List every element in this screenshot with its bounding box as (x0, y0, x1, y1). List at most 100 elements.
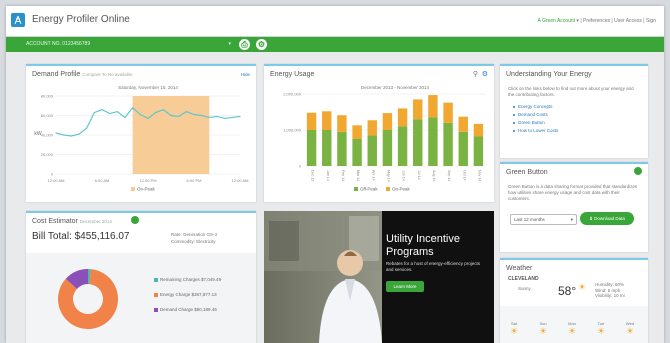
green-button-title: Green Button (506, 169, 548, 176)
promo-text: Rebates for a host of energy-efficiency … (386, 261, 480, 272)
demand-point (116, 111, 118, 113)
x-tick-label: Dec 13 (311, 170, 315, 181)
understanding-panel: Understanding Your Energy Click on the l… (500, 64, 648, 158)
understanding-title: Understanding Your Energy (506, 71, 592, 78)
forecast-day: Mon ☀ (560, 321, 584, 337)
app-window: Energy Profiler Online A Green Account ▾… (6, 6, 664, 343)
y-axis-label: kW (34, 131, 42, 137)
weather-panel: Weather CLEVELAND Sunny 58° ☀ Humidity: … (500, 258, 648, 343)
bar-offpeak (428, 117, 438, 166)
date-range-select[interactable]: Last 12 months ▾ (510, 214, 577, 225)
x-tick-label: Jun 14 (402, 170, 406, 181)
green-button-logo-icon (634, 167, 642, 175)
bar-offpeak (382, 130, 393, 166)
promo-title-line2: Programs (386, 246, 434, 258)
bar-onpeak (397, 108, 408, 127)
weather-humidity: Humidity: 60% (595, 282, 625, 287)
demand-point (239, 115, 241, 118)
demand-point (216, 115, 218, 118)
account-selector-value: ACCOUNT NO. 0123456789 (26, 41, 91, 47)
sun-icon: ☀ (596, 326, 606, 336)
sun-icon: ☀ (625, 326, 635, 336)
link-energy-concepts[interactable]: Energy Concepts (513, 104, 553, 109)
demand-point (208, 116, 210, 119)
bar-offpeak (413, 119, 423, 166)
sun-icon: ☀ (538, 326, 548, 336)
sun-icon: ☀ (567, 326, 577, 336)
forecast-day: Sun ☀ (531, 321, 555, 337)
x-tick-label: Jul 14 (417, 170, 421, 180)
account-caret-icon[interactable]: ▾ (576, 18, 579, 24)
legend-onpeak-swatch (131, 187, 135, 191)
forecast-day: Wed ☀ (618, 321, 642, 337)
demand-point (170, 114, 172, 117)
legend-swatch (154, 277, 158, 282)
account-selector[interactable]: ACCOUNT NO. 0123456789 ▾ (26, 41, 231, 47)
user-access-link[interactable]: User Access (614, 18, 642, 24)
account-bar: ACCOUNT NO. 0123456789 ▾ ⎙ ⚙ (6, 37, 664, 52)
preferences-link[interactable]: Preferences (583, 18, 610, 24)
demand-point (224, 117, 226, 120)
forecast-strip: Sat ☀ Sun ☀ Mon ☀ Tue ☀ Wed ☀ (500, 306, 648, 343)
demand-point (139, 113, 141, 116)
bar-onpeak (352, 125, 362, 139)
x-tick-label: May 14 (386, 170, 390, 182)
legend-demand-charge: Demand Charge $60,189.45 (154, 307, 217, 312)
legend-swatch (154, 292, 158, 297)
link-lower-costs[interactable]: How to Lower Costs (512, 128, 558, 133)
bar-offpeak (458, 131, 468, 166)
cost-donut-chart (58, 269, 118, 329)
energy-usage-panel: Energy Usage ⚲ ⚙ December 2013 - Novembe… (264, 64, 494, 202)
x-tick-label: Nov 14 (477, 170, 481, 181)
demand-point (178, 115, 180, 118)
app-logo-icon (11, 13, 25, 27)
y-tick-label: 1,000,000 (283, 128, 302, 133)
demand-point (155, 111, 157, 114)
chevron-down-icon: ▾ (228, 41, 231, 47)
link-green-button[interactable]: Green Button (513, 120, 545, 125)
weather-condition: Sunny (518, 286, 531, 291)
demand-point (231, 116, 233, 119)
y-tick-label: 80,000 (41, 94, 54, 99)
demand-point (109, 112, 111, 115)
bar-onpeak (428, 95, 438, 118)
legend-offpeak-label: Off-Peak (360, 187, 378, 192)
learn-more-button[interactable]: Learn More (386, 281, 424, 292)
demand-point (70, 135, 72, 137)
bar-offpeak (443, 122, 453, 166)
chevron-down-icon: ▾ (570, 217, 573, 222)
demand-point (124, 116, 126, 119)
link-demand-costs[interactable]: Demand Costs (513, 112, 548, 117)
bar-offpeak (367, 135, 377, 166)
weather-title: Weather (506, 265, 533, 272)
settings-button[interactable]: ⚙ (256, 39, 267, 50)
demand-point (78, 133, 80, 135)
demand-profile-panel: Demand Profile Compare To No available H… (26, 64, 256, 202)
bar-onpeak (306, 112, 317, 130)
x-tick-label: Oct 14 (462, 170, 466, 181)
x-tick-label: Apr 14 (371, 170, 375, 181)
cost-estimator-panel: Cost Estimator December 2014 Bill Total:… (26, 211, 256, 343)
demand-point (55, 132, 57, 134)
x-tick-label: Aug 14 (432, 170, 436, 181)
bar-onpeak (337, 115, 347, 132)
download-data-button[interactable]: ⬇ Download Data (580, 212, 634, 225)
account-menu[interactable]: A Green Account (538, 18, 576, 24)
legend-remaining-charges: Remaining Charges $7,049.49 (154, 277, 221, 282)
print-button[interactable]: ⎙ (239, 39, 250, 50)
legend-offpeak-swatch (354, 187, 358, 191)
bar-offpeak (337, 131, 347, 166)
weather-temperature: 58° (558, 284, 577, 298)
sign-out-link[interactable]: Sign (646, 18, 656, 24)
bar-offpeak (306, 130, 317, 166)
sun-icon: ☀ (578, 282, 587, 292)
y-tick-label: 2,000,000 (283, 92, 302, 97)
bar-offpeak (397, 126, 408, 166)
incentive-promo[interactable]: Utility Incentive Programs Rebates for a… (264, 211, 494, 343)
demand-point (193, 113, 195, 116)
x-tick-label: Feb 14 (341, 170, 345, 181)
demand-profile-chart: Saturday, November 15, 2014 0 20,000 40,000… (34, 85, 248, 192)
bar-onpeak (322, 111, 332, 130)
bar-onpeak (473, 123, 484, 137)
bar-offpeak (322, 130, 332, 166)
